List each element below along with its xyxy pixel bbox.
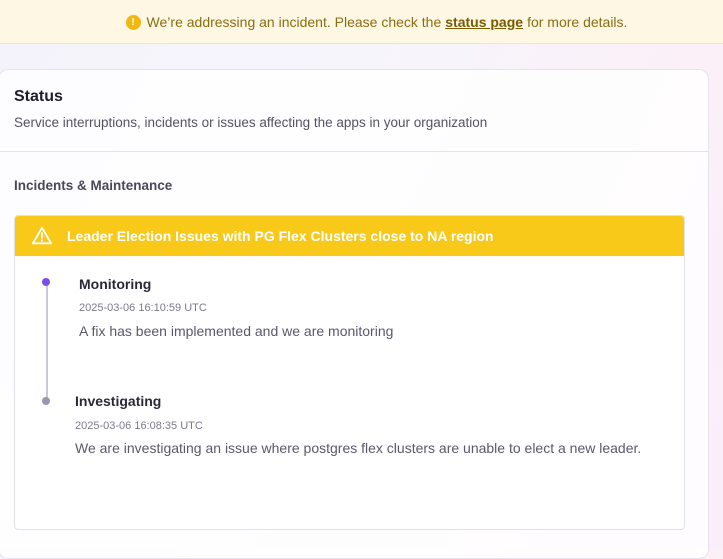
timeline-dot-past <box>42 397 50 405</box>
update-message: We are investigating an issue where post… <box>75 440 642 456</box>
update-timestamp: 2025-03-06 16:10:59 UTC <box>79 302 207 314</box>
update-timestamp: 2025-03-06 16:08:35 UTC <box>75 420 203 432</box>
warning-icon <box>31 226 53 245</box>
status-panel-header <box>0 70 708 152</box>
update-message: A fix has been implemented and we are mo… <box>79 323 394 339</box>
section-heading: Incidents & Maintenance <box>14 178 173 193</box>
update-status: Monitoring <box>79 276 152 292</box>
status-page-link[interactable]: status page <box>445 14 523 30</box>
banner-text-after: for more details. <box>527 13 628 30</box>
incident-title: Leader Election Issues with PG Flex Clus… <box>67 228 494 244</box>
incident-header: Leader Election Issues with PG Flex Clus… <box>15 216 684 256</box>
timeline-dot-current <box>42 278 50 286</box>
page-subtitle: Service interruptions, incidents or issu… <box>14 115 488 130</box>
banner-text: We’re addressing an incident. Please che… <box>146 13 442 30</box>
info-icon: ! <box>125 15 141 30</box>
timeline-line <box>46 282 48 402</box>
update-status: Investigating <box>75 393 162 409</box>
incident-banner: ! We’re addressing an incident. Please c… <box>0 0 723 44</box>
page-title: Status <box>14 88 63 105</box>
status-panel: Status Service interruptions, incidents … <box>0 69 709 559</box>
incident-card: Leader Election Issues with PG Flex Clus… <box>14 215 685 530</box>
